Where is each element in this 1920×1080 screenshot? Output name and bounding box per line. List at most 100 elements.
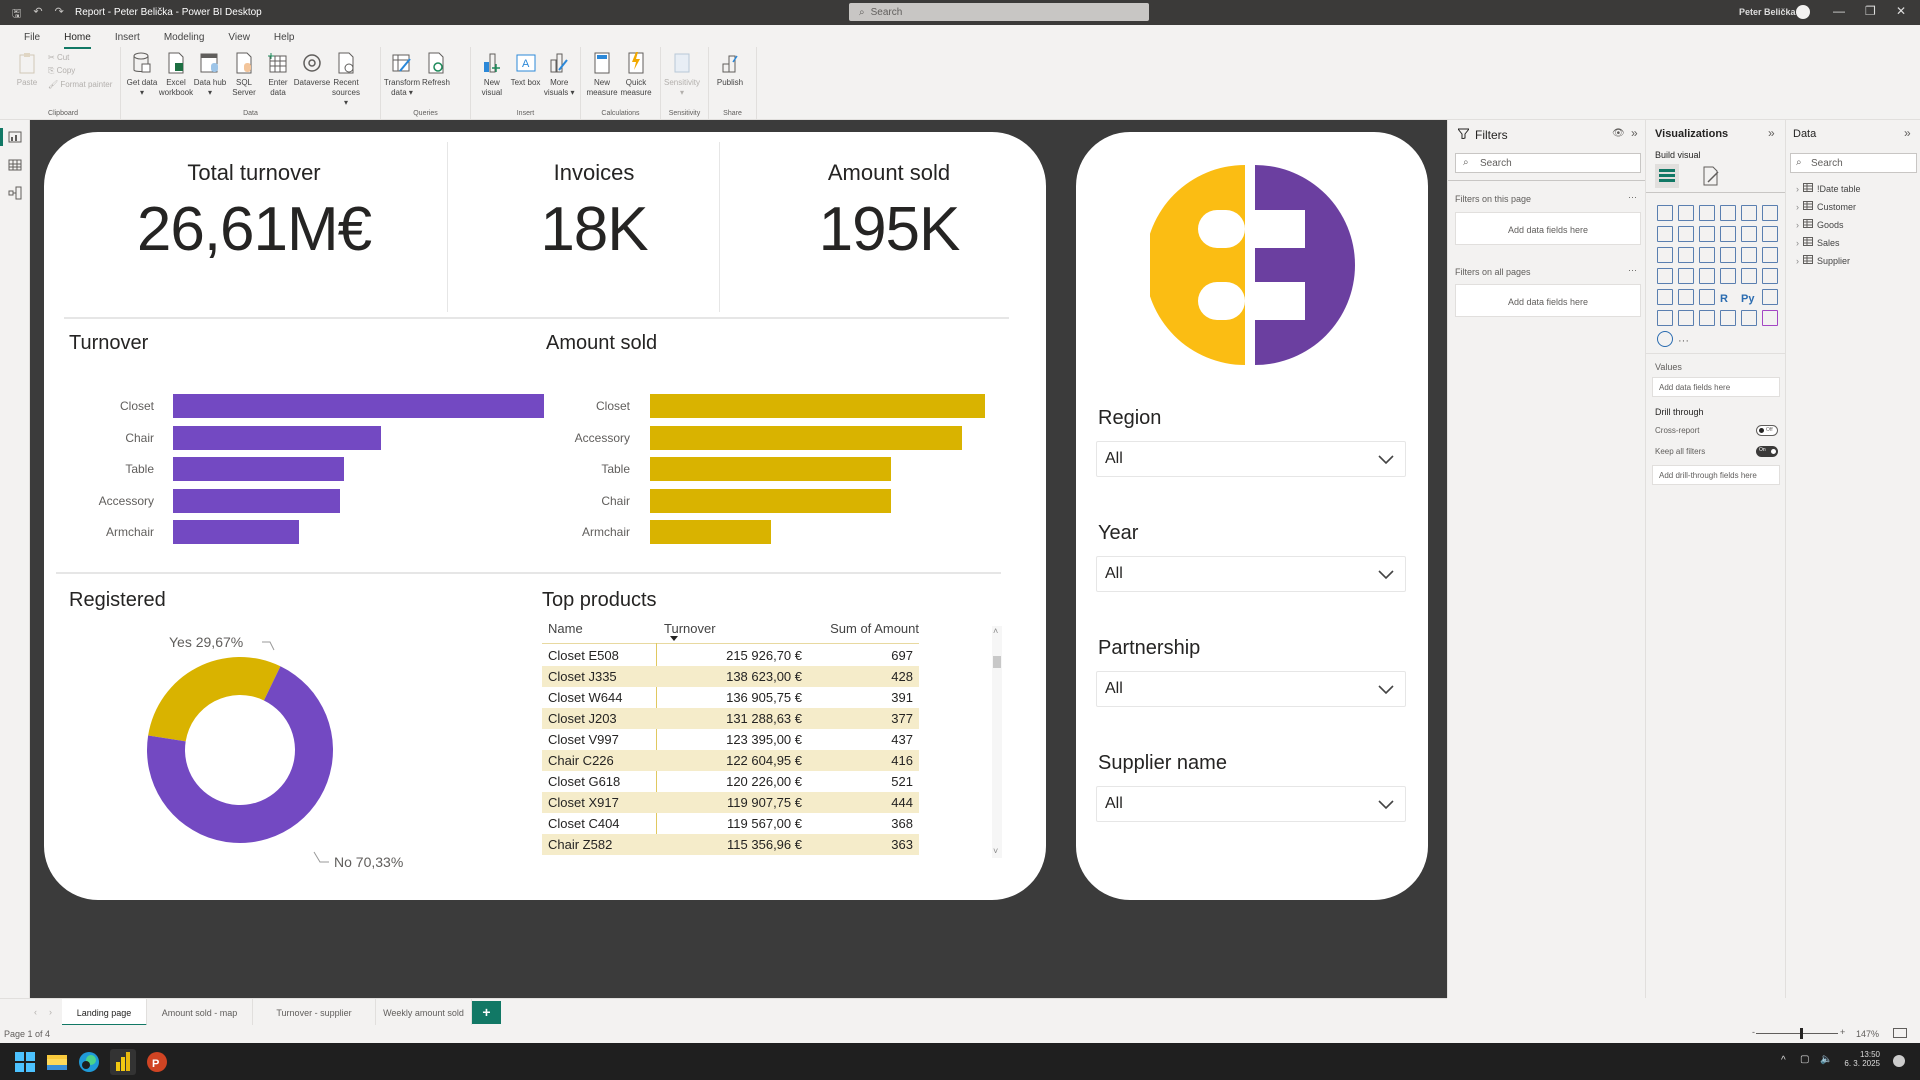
table-row[interactable]: Closet W644 136 905,75 € 391 <box>542 687 919 708</box>
slicer-dropdown-region[interactable]: All <box>1096 441 1406 477</box>
new-visual-button[interactable]: New visual <box>475 51 509 98</box>
close-icon[interactable]: ✕ <box>1896 4 1906 18</box>
sql-server-button[interactable]: SQL Server <box>227 51 261 98</box>
publish-button[interactable]: Publish <box>713 51 747 88</box>
data-table-item[interactable]: › !Date table <box>1796 183 1861 194</box>
data-table-item[interactable]: › Customer <box>1796 201 1856 212</box>
viz-key-influencers-icon[interactable] <box>1762 289 1778 305</box>
dataverse-button[interactable]: Dataverse <box>294 51 330 88</box>
data-table-item[interactable]: › Supplier <box>1796 255 1850 266</box>
sensitivity-button[interactable]: Sensitivity ▾ <box>664 51 700 98</box>
bar-chair[interactable] <box>650 488 892 513</box>
refresh-button[interactable]: Refresh <box>419 51 453 88</box>
bar-armchair[interactable] <box>650 520 771 544</box>
clock[interactable]: 13:50 6. 3. 2025 <box>1840 1050 1880 1068</box>
model-view-icon[interactable] <box>8 186 22 200</box>
viz-scatter-icon[interactable] <box>1699 247 1715 263</box>
viz-slicer-icon[interactable] <box>1678 289 1694 305</box>
page-tab[interactable]: Landing page <box>62 999 147 1026</box>
column-header-sum-amount[interactable]: Sum of Amount <box>830 621 919 636</box>
power-bi-icon[interactable] <box>110 1049 136 1075</box>
table-row[interactable]: Closet C404 119 567,00 € 368 <box>542 813 919 834</box>
bar-closet[interactable] <box>173 394 544 418</box>
global-search[interactable]: ⌕ Search <box>849 3 1149 21</box>
viz-python-icon[interactable]: Py <box>1741 289 1757 305</box>
transform-data-button[interactable]: Transform data ▾ <box>384 51 420 98</box>
menu-insert[interactable]: Insert <box>103 25 152 47</box>
restore-icon[interactable]: ❐ <box>1865 4 1876 18</box>
collapse-viz-icon[interactable]: » <box>1768 126 1775 140</box>
show-hidden-icons[interactable]: ^ <box>1781 1055 1786 1066</box>
minimize-icon[interactable]: — <box>1833 4 1845 18</box>
collapse-filters-icon[interactable]: » <box>1631 126 1638 140</box>
kpi-invoices[interactable]: Invoices 18K <box>474 160 714 265</box>
edge-browser-icon[interactable] <box>78 1051 100 1073</box>
table-row[interactable]: Chair Z582 115 356,96 € 363 <box>542 834 919 855</box>
viz-azure-map-icon[interactable] <box>1699 268 1715 284</box>
kpi-total-turnover[interactable]: Total turnover 26,61M€ <box>104 160 404 265</box>
powerpoint-icon[interactable]: P <box>146 1051 168 1073</box>
viz-map-icon[interactable] <box>1657 268 1673 284</box>
bar-table[interactable] <box>173 457 344 481</box>
page-tab[interactable]: Turnover - supplier <box>253 999 376 1026</box>
viz-power-apps-icon[interactable] <box>1762 310 1778 326</box>
viz-paginated-icon[interactable] <box>1720 310 1736 326</box>
column-header-turnover[interactable]: Turnover <box>664 621 716 641</box>
avatar[interactable] <box>1796 5 1810 19</box>
data-table-item[interactable]: › Sales <box>1796 237 1840 248</box>
viz-100-bar-icon[interactable] <box>1741 205 1757 221</box>
report-view-icon[interactable] <box>0 128 22 146</box>
more-options-icon[interactable]: ··· <box>1628 192 1637 202</box>
viz-multi-row-card-icon[interactable] <box>1762 268 1778 284</box>
menu-view[interactable]: View <box>216 25 262 47</box>
add-page-button[interactable]: + <box>472 1001 501 1024</box>
table-row[interactable]: Closet J203 131 288,63 € 377 <box>542 708 919 729</box>
viz-waterfall-icon[interactable] <box>1657 247 1673 263</box>
slicer-dropdown-year[interactable]: All <box>1096 556 1406 592</box>
all-pages-filters-dropzone[interactable]: Add data fields here <box>1455 284 1641 317</box>
values-dropzone[interactable]: Add data fields here <box>1652 377 1780 397</box>
fit-to-page-icon[interactable] <box>1893 1028 1907 1038</box>
menu-help[interactable]: Help <box>262 25 307 47</box>
cut-button[interactable]: ✂ Cut <box>48 53 112 62</box>
table-row[interactable]: Closet X917 119 907,75 € 444 <box>542 792 919 813</box>
recent-sources-button[interactable]: Recent sources ▾ <box>329 51 363 108</box>
viz-gauge-icon[interactable] <box>1720 268 1736 284</box>
viz-r-script-icon[interactable]: R <box>1720 289 1736 305</box>
viz-treemap-icon[interactable] <box>1762 247 1778 263</box>
menu-file[interactable]: File <box>12 25 52 47</box>
more-visuals-button[interactable]: More visuals ▾ <box>542 51 576 98</box>
prev-page-icon[interactable]: ‹ <box>34 1007 37 1017</box>
viz-line-icon[interactable] <box>1657 226 1673 242</box>
viz-area-icon[interactable] <box>1678 226 1694 242</box>
viz-line-clustered-icon[interactable] <box>1741 226 1757 242</box>
table-row[interactable]: Closet J335 138 623,00 € 428 <box>542 666 919 687</box>
quick-measure-button[interactable]: Quick measure <box>619 51 653 98</box>
table-view-icon[interactable] <box>8 158 22 172</box>
format-visual-icon[interactable] <box>1702 166 1720 191</box>
viz-decomposition-tree-icon[interactable] <box>1657 310 1673 326</box>
page-tab[interactable]: Weekly amount sold <box>376 999 472 1026</box>
viz-metrics-icon[interactable] <box>1741 310 1757 326</box>
paste-button[interactable]: Paste <box>10 51 44 88</box>
data-hub-button[interactable]: Data hub ▾ <box>193 51 227 98</box>
table-row[interactable]: Closet E508 215 926,70 € 697 <box>542 645 919 666</box>
viz-card-icon[interactable] <box>1741 268 1757 284</box>
cross-report-toggle[interactable]: Off <box>1756 425 1778 436</box>
build-visual-icon[interactable] <box>1655 164 1679 188</box>
bar-accessory[interactable] <box>173 488 340 513</box>
slicer-dropdown-supplier-name[interactable]: All <box>1096 786 1406 822</box>
registered-donut-chart[interactable]: Yes 29,67% No 70,33% <box>144 622 444 882</box>
viz-clustered-column-icon[interactable] <box>1720 205 1736 221</box>
zoom-slider[interactable] <box>1756 1028 1838 1039</box>
viz-smart-narrative-icon[interactable] <box>1699 310 1715 326</box>
bar-chair[interactable] <box>173 425 381 450</box>
viz-line-column-icon[interactable] <box>1720 226 1736 242</box>
viz-kpi-icon[interactable] <box>1657 289 1673 305</box>
zoom-slider-thumb[interactable] <box>1800 1028 1803 1039</box>
format-painter-button[interactable]: 🖌 Format painter <box>48 80 112 89</box>
slicer-dropdown-partnership[interactable]: All <box>1096 671 1406 707</box>
excel-workbook-button[interactable]: Excel workbook <box>159 51 193 98</box>
table-row[interactable]: Chair C226 122 604,95 € 416 <box>542 750 919 771</box>
zoom-in-icon[interactable]: + <box>1840 1027 1845 1037</box>
